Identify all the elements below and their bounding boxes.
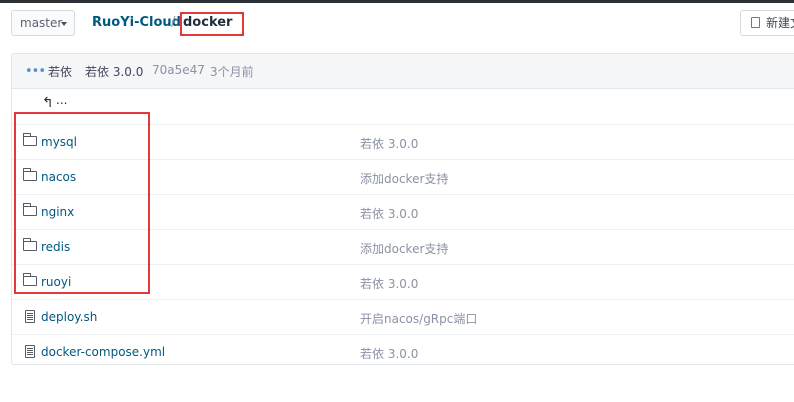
file-icon: [25, 345, 35, 358]
new-file-button[interactable]: 新建文件: [740, 10, 794, 36]
file-commit-message[interactable]: 若依 3.0.0: [360, 205, 418, 222]
list-item[interactable]: deploy.sh 开启nacos/gRpc端口: [12, 299, 794, 335]
new-file-label: 新建文件: [766, 16, 794, 30]
file-commit-message[interactable]: 开启nacos/gRpc端口: [360, 310, 477, 327]
branch-select[interactable]: master: [11, 10, 75, 36]
commit-message[interactable]: 若依 3.0.0: [85, 63, 143, 80]
file-commit-message[interactable]: 若依 3.0.0: [360, 135, 418, 152]
file-commit-message[interactable]: 若依 3.0.0: [360, 275, 418, 292]
breadcrumb-separator: /: [171, 15, 176, 30]
file-commit-message[interactable]: 添加docker支持: [360, 240, 448, 257]
top-border: [0, 0, 794, 3]
highlight-box-breadcrumb: [180, 12, 244, 36]
branch-label: master: [20, 16, 63, 30]
file-commit-message[interactable]: 添加docker支持: [360, 170, 448, 187]
list-item[interactable]: docker-compose.yml 若依 3.0.0: [12, 334, 794, 370]
commit-author[interactable]: 若依: [48, 63, 72, 80]
file-name[interactable]: docker-compose.yml: [41, 345, 165, 359]
parent-dir-label: ...: [56, 93, 68, 107]
caret-down-icon: [61, 22, 67, 26]
file-commit-message[interactable]: 若依 3.0.0: [360, 345, 418, 362]
file-name[interactable]: deploy.sh: [41, 310, 97, 324]
highlight-box-folders: [14, 112, 150, 294]
file-icon: [25, 310, 35, 323]
back-arrow-icon: ↰: [42, 95, 54, 111]
breadcrumb-repo-link[interactable]: RuoYi-Cloud: [92, 15, 181, 30]
commit-time: 3个月前: [210, 65, 254, 79]
commit-sha[interactable]: 70a5e47: [152, 63, 205, 77]
latest-commit-bar: ••• 若依 若依 3.0.0 70a5e47 3个月前: [12, 54, 794, 89]
commit-dots-icon: •••: [25, 64, 46, 79]
file-plus-icon: [751, 17, 760, 28]
